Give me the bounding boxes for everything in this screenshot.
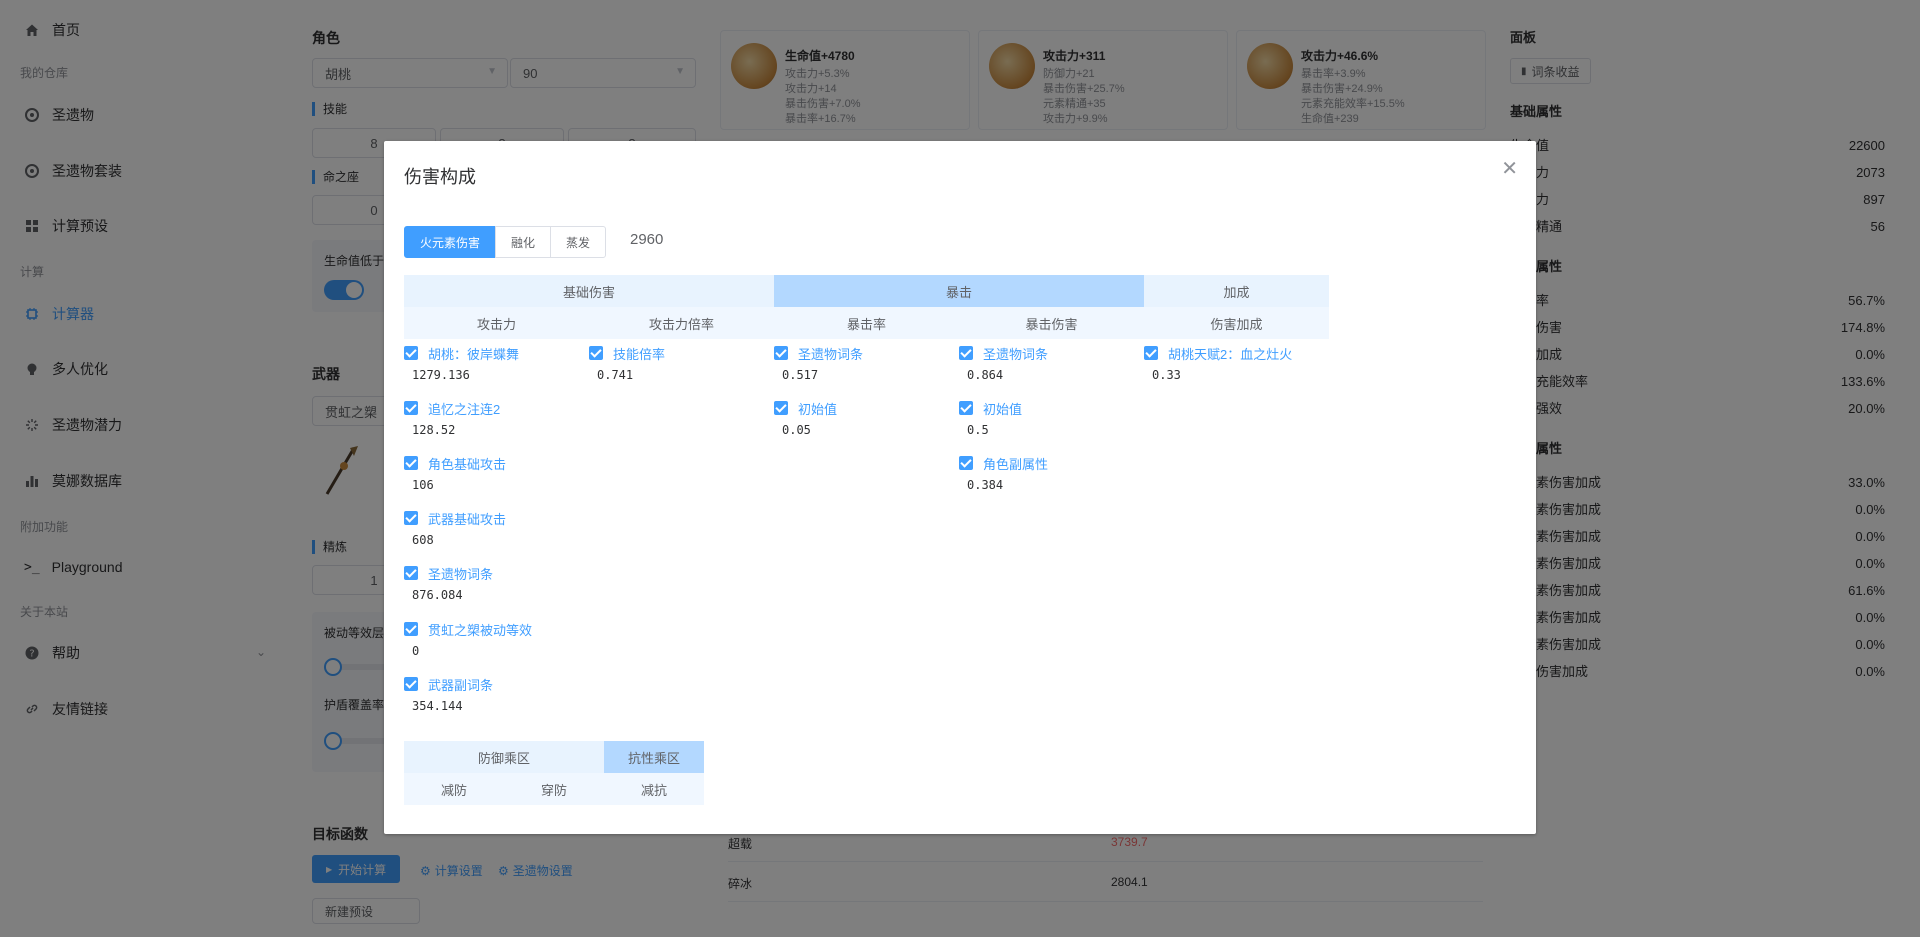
item-value: 0.33 bbox=[1152, 368, 1181, 382]
item-value: 354.144 bbox=[412, 699, 463, 713]
dialog-title: 伤害构成 bbox=[404, 167, 476, 187]
item-value: 0.741 bbox=[597, 368, 634, 382]
checkbox-checked[interactable] bbox=[404, 566, 418, 580]
atk-item-checkbox[interactable]: 贯虹之槊被动等效 bbox=[404, 620, 589, 638]
item-label: 武器副词条 bbox=[428, 677, 494, 693]
group-resistance: 抗性乘区 bbox=[604, 741, 704, 773]
item-label: 圣遗物词条 bbox=[983, 346, 1049, 362]
item-value: 608 bbox=[412, 533, 434, 547]
item-label: 技能倍率 bbox=[613, 346, 666, 362]
checkbox-checked[interactable] bbox=[404, 622, 418, 636]
item-value: 0.5 bbox=[967, 423, 989, 437]
list-item: 角色副属性 0.384 bbox=[959, 454, 1144, 492]
list-item: 圣遗物词条 0.864 bbox=[959, 344, 1144, 382]
ratio-item-checkbox[interactable]: 技能倍率 bbox=[589, 344, 774, 362]
list-item: 胡桃：彼岸蝶舞 1279.136 bbox=[404, 344, 589, 382]
damage-breakdown-dialog: 伤害构成 ✕ 火元素伤害 融化 蒸发 2960 基础伤害 暴击 加成 攻击力 攻… bbox=[384, 141, 1536, 834]
col-def-ignore: 穿防 bbox=[504, 773, 604, 805]
tab-vaporize[interactable]: 蒸发 bbox=[550, 226, 607, 258]
list-item: 武器副词条 354.144 bbox=[404, 675, 589, 713]
list-item: 圣遗物词条 876.084 bbox=[404, 564, 589, 602]
cd-item-checkbox[interactable]: 圣遗物词条 bbox=[959, 344, 1144, 362]
list-item: 武器基础攻击 608 bbox=[404, 509, 589, 547]
group-defense: 防御乘区 bbox=[404, 741, 604, 773]
list-item: 圣遗物词条 0.517 bbox=[774, 344, 959, 382]
checkbox-checked[interactable] bbox=[404, 677, 418, 691]
atk-item-checkbox[interactable]: 武器基础攻击 bbox=[404, 509, 589, 527]
item-label: 角色基础攻击 bbox=[428, 456, 507, 472]
col-atk-ratio: 攻击力倍率 bbox=[589, 307, 774, 339]
atk-item-checkbox[interactable]: 追忆之注连2 bbox=[404, 399, 589, 417]
item-value: 106 bbox=[412, 478, 434, 492]
col-def-reduce: 减防 bbox=[404, 773, 504, 805]
group-base-damage: 基础伤害 bbox=[404, 275, 774, 307]
checkbox-checked[interactable] bbox=[404, 346, 418, 360]
group-crit: 暴击 bbox=[774, 275, 1144, 307]
damage-total: 2960 bbox=[630, 231, 664, 248]
atk-item-checkbox[interactable]: 武器副词条 bbox=[404, 675, 589, 693]
checkbox-checked[interactable] bbox=[774, 346, 788, 360]
item-label: 贯虹之槊被动等效 bbox=[428, 622, 533, 638]
list-item: 初始值 0.05 bbox=[774, 399, 959, 437]
list-item: 初始值 0.5 bbox=[959, 399, 1144, 437]
atk-item-checkbox[interactable]: 圣遗物词条 bbox=[404, 564, 589, 582]
cd-item-checkbox[interactable]: 角色副属性 bbox=[959, 454, 1144, 472]
item-label: 初始值 bbox=[798, 401, 838, 417]
checkbox-checked[interactable] bbox=[959, 401, 973, 415]
checkbox-checked[interactable] bbox=[1144, 346, 1158, 360]
list-item: 技能倍率 0.741 bbox=[589, 344, 774, 382]
item-label: 角色副属性 bbox=[983, 456, 1049, 472]
col-crit-dmg: 暴击伤害 bbox=[959, 307, 1144, 339]
group-bonus: 加成 bbox=[1144, 275, 1329, 307]
col-res-reduce: 减抗 bbox=[604, 773, 704, 805]
atk-item-checkbox[interactable]: 角色基础攻击 bbox=[404, 454, 589, 472]
atk-item-checkbox[interactable]: 胡桃：彼岸蝶舞 bbox=[404, 344, 589, 362]
close-icon[interactable]: ✕ bbox=[1501, 159, 1518, 179]
item-label: 圣遗物词条 bbox=[798, 346, 864, 362]
item-label: 胡桃天赋2：血之灶火 bbox=[1168, 346, 1293, 362]
col-dmg-bonus: 伤害加成 bbox=[1144, 307, 1329, 339]
checkbox-checked[interactable] bbox=[589, 346, 603, 360]
cr-item-checkbox[interactable]: 初始值 bbox=[774, 399, 959, 417]
checkbox-checked[interactable] bbox=[959, 456, 973, 470]
damage-type-tabs: 火元素伤害 融化 蒸发 bbox=[404, 226, 607, 258]
col-crit-rate: 暴击率 bbox=[774, 307, 959, 339]
bonus-item-checkbox[interactable]: 胡桃天赋2：血之灶火 bbox=[1144, 344, 1344, 362]
tab-pyro-damage[interactable]: 火元素伤害 bbox=[404, 226, 497, 258]
item-value: 0.384 bbox=[967, 478, 1004, 492]
tab-melt[interactable]: 融化 bbox=[495, 226, 552, 258]
item-label: 胡桃：彼岸蝶舞 bbox=[428, 346, 520, 362]
item-value: 0.517 bbox=[782, 368, 819, 382]
checkbox-checked[interactable] bbox=[959, 346, 973, 360]
item-value: 0.05 bbox=[782, 423, 811, 437]
item-label: 追忆之注连2 bbox=[428, 401, 501, 417]
checkbox-checked[interactable] bbox=[404, 511, 418, 525]
checkbox-checked[interactable] bbox=[404, 456, 418, 470]
item-label: 初始值 bbox=[983, 401, 1023, 417]
cr-item-checkbox[interactable]: 圣遗物词条 bbox=[774, 344, 959, 362]
checkbox-checked[interactable] bbox=[404, 401, 418, 415]
item-value: 0.864 bbox=[967, 368, 1004, 382]
list-item: 角色基础攻击 106 bbox=[404, 454, 589, 492]
list-item: 胡桃天赋2：血之灶火 0.33 bbox=[1144, 344, 1344, 382]
item-value: 128.52 bbox=[412, 423, 456, 437]
item-label: 圣遗物词条 bbox=[428, 566, 494, 582]
item-value: 1279.136 bbox=[412, 368, 470, 382]
item-label: 武器基础攻击 bbox=[428, 511, 507, 527]
checkbox-checked[interactable] bbox=[774, 401, 788, 415]
item-value: 876.084 bbox=[412, 588, 463, 602]
list-item: 贯虹之槊被动等效 0 bbox=[404, 620, 589, 658]
col-atk: 攻击力 bbox=[404, 307, 589, 339]
cd-item-checkbox[interactable]: 初始值 bbox=[959, 399, 1144, 417]
item-value: 0 bbox=[412, 644, 420, 658]
list-item: 追忆之注连2 128.52 bbox=[404, 399, 589, 437]
